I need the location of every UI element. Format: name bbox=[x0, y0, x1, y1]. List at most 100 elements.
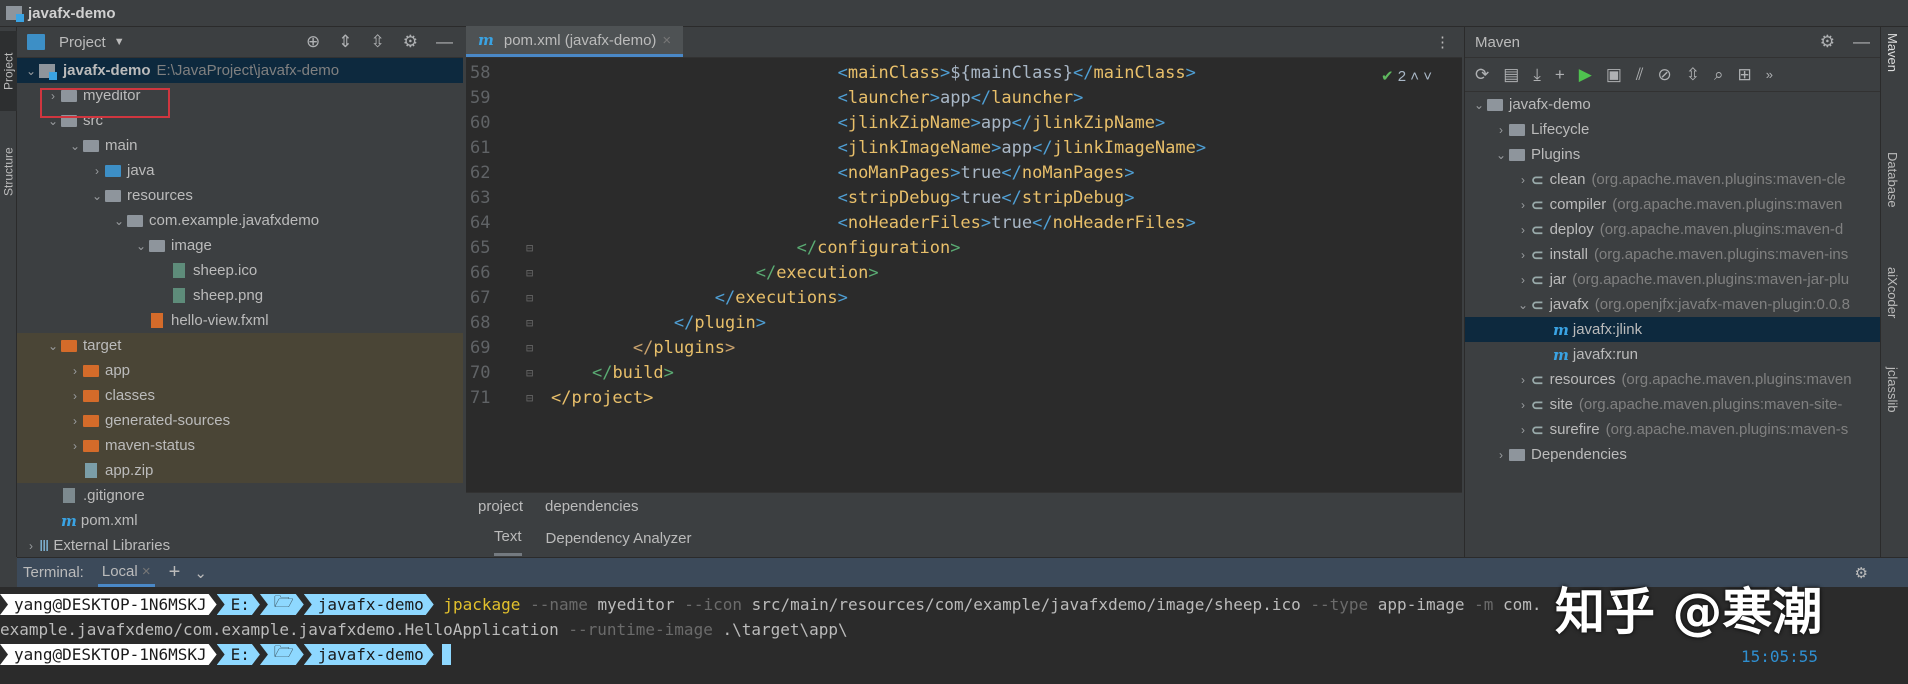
breadcrumb-dependencies[interactable]: dependencies bbox=[545, 498, 638, 515]
chevron-right-icon[interactable]: › bbox=[23, 539, 39, 553]
tree-item-pom-xml[interactable]: m pom.xml bbox=[17, 508, 463, 533]
tree-item-image[interactable]: ⌄ image bbox=[17, 233, 463, 258]
locate-icon[interactable]: ⊕ bbox=[306, 32, 320, 52]
minimize-icon[interactable]: — bbox=[436, 32, 453, 52]
maven-item-javafx[interactable]: ⌄ ⊂ javafx (org.openjfx:javafx-maven-plugin… bbox=[1465, 292, 1880, 317]
chevron-down-icon[interactable]: ⌄ bbox=[23, 64, 39, 78]
add-icon[interactable]: + bbox=[1555, 65, 1565, 85]
chevron-right-icon[interactable]: › bbox=[1515, 398, 1531, 412]
chevron-right-icon[interactable]: › bbox=[1515, 223, 1531, 237]
fold-marker-icon[interactable]: ⊟ bbox=[526, 316, 551, 330]
tree-item-maven-status[interactable]: › maven-status bbox=[17, 433, 463, 458]
collapse-all-icon[interactable]: ⇳ bbox=[371, 32, 385, 52]
maven-tool-tab[interactable]: Maven bbox=[1885, 33, 1900, 72]
chevron-down-icon[interactable]: ⌄ bbox=[194, 564, 207, 582]
analyze-icon[interactable]: ⌕ bbox=[1714, 65, 1724, 85]
minimize-icon[interactable]: — bbox=[1853, 32, 1870, 52]
new-tab-icon[interactable]: + bbox=[169, 561, 181, 584]
chevron-right-icon[interactable]: › bbox=[1515, 248, 1531, 262]
database-tool-tab[interactable]: Database bbox=[1885, 152, 1900, 208]
maven-item-javafx-run[interactable]: m javafx:run bbox=[1465, 342, 1880, 367]
chevron-right-icon[interactable]: › bbox=[1515, 423, 1531, 437]
fold-marker-icon[interactable]: ⊟ bbox=[526, 341, 551, 355]
maven-item-install[interactable]: › ⊂ install (org.apache.maven.plugins:maven… bbox=[1465, 242, 1880, 267]
previous-icon[interactable]: ˄ bbox=[1410, 68, 1419, 85]
project-tool-tab[interactable]: Project bbox=[0, 31, 17, 111]
chevron-down-icon[interactable]: ⌄ bbox=[67, 139, 83, 153]
jclasslib-tool-tab[interactable]: jclasslib bbox=[1885, 367, 1900, 413]
fold-marker-icon[interactable]: ⊟ bbox=[526, 391, 551, 405]
close-icon[interactable]: × bbox=[662, 32, 671, 49]
fold-marker-icon[interactable]: ⊟ bbox=[526, 241, 551, 255]
tree-item-generated-sources[interactable]: › generated-sources bbox=[17, 408, 463, 433]
chevron-down-icon[interactable]: ⌄ bbox=[1493, 148, 1509, 162]
tab-dependency-analyzer[interactable]: Dependency Analyzer bbox=[546, 530, 692, 547]
chevron-right-icon[interactable]: › bbox=[1493, 448, 1509, 462]
tree-item-sheep-png[interactable]: sheep.png bbox=[17, 283, 463, 308]
gear-icon[interactable]: ⚙ bbox=[1820, 32, 1835, 52]
more-icon[interactable]: » bbox=[1766, 67, 1773, 82]
tab-local[interactable]: Local × bbox=[97, 559, 155, 587]
expand-all-icon[interactable]: ⇕ bbox=[338, 32, 352, 52]
tree-item-app-zip[interactable]: app.zip bbox=[17, 458, 463, 483]
tab-pom-xml[interactable]: m pom.xml (javafx-demo) × bbox=[466, 26, 684, 57]
maven-item-dependencies[interactable]: › Dependencies bbox=[1465, 442, 1880, 467]
download-icon[interactable]: ⤓ bbox=[1533, 65, 1541, 85]
tree-item-target[interactable]: ⌄ target bbox=[17, 333, 463, 358]
fold-marker-icon[interactable]: ⊟ bbox=[526, 366, 551, 380]
aixcoder-tool-tab[interactable]: aiXcoder bbox=[1885, 267, 1900, 318]
tree-item-java[interactable]: › java bbox=[17, 158, 463, 183]
chevron-right-icon[interactable]: › bbox=[67, 364, 83, 378]
chevron-down-icon[interactable]: ▼ bbox=[114, 36, 125, 48]
maven-item-clean[interactable]: › ⊂ clean (org.apache.maven.plugins:maven-c… bbox=[1465, 167, 1880, 192]
project-view-selector[interactable]: Project bbox=[59, 34, 106, 51]
chevron-right-icon[interactable]: › bbox=[67, 414, 83, 428]
next-icon[interactable]: ˅ bbox=[1423, 68, 1432, 85]
chevron-right-icon[interactable]: › bbox=[1515, 173, 1531, 187]
tree-item-sheep-ico[interactable]: sheep.ico bbox=[17, 258, 463, 283]
tree-item-com-example-javafxdemo[interactable]: ⌄ com.example.javafxdemo bbox=[17, 208, 463, 233]
fold-marker-icon[interactable]: ⊟ bbox=[526, 266, 551, 280]
maven-item-javafx-jlink[interactable]: m javafx:jlink bbox=[1465, 317, 1880, 342]
structure-tool-tab[interactable]: Structure bbox=[0, 127, 17, 217]
chevron-down-icon[interactable]: ⌄ bbox=[1515, 298, 1531, 312]
chevron-right-icon[interactable]: › bbox=[1515, 373, 1531, 387]
maven-item-javafx-demo[interactable]: ⌄ javafx-demo bbox=[1465, 92, 1880, 117]
maven-item-plugins[interactable]: ⌄ Plugins bbox=[1465, 142, 1880, 167]
tree-item-external-libraries[interactable]: › Ⅲ External Libraries bbox=[17, 533, 463, 558]
gear-icon[interactable]: ⚙ bbox=[403, 32, 418, 52]
toggle-offline-icon[interactable]: ⫽ bbox=[1636, 65, 1644, 85]
tab-text[interactable]: Text bbox=[494, 520, 522, 556]
tree-item-resources[interactable]: ⌄ resources bbox=[17, 183, 463, 208]
chevron-down-icon[interactable]: ⌄ bbox=[133, 239, 149, 253]
inspection-widget[interactable]: ✔ 2 ˄ ˅ bbox=[1381, 67, 1432, 85]
skip-tests-icon[interactable]: ⊘ bbox=[1658, 65, 1672, 85]
tree-item-hello-view-fxml[interactable]: hello-view.fxml bbox=[17, 308, 463, 333]
tree-item-classes[interactable]: › classes bbox=[17, 383, 463, 408]
code-area[interactable]: 58 < mainClass > ${mainClass} </mainClass >59… bbox=[466, 60, 1462, 480]
chevron-down-icon[interactable]: ⌄ bbox=[45, 339, 61, 353]
chevron-down-icon[interactable]: ⌄ bbox=[89, 189, 105, 203]
maven-item-jar[interactable]: › ⊂ jar (org.apache.maven.plugins:maven-jar… bbox=[1465, 267, 1880, 292]
gear-icon[interactable]: ⚙ bbox=[1855, 564, 1868, 582]
chevron-right-icon[interactable]: › bbox=[1515, 273, 1531, 287]
run-icon[interactable]: ▶ bbox=[1579, 65, 1592, 85]
execute-goal-icon[interactable]: ▣ bbox=[1606, 65, 1622, 85]
chevron-down-icon[interactable]: ⌄ bbox=[111, 214, 127, 228]
collapse-icon[interactable]: ⇳ bbox=[1686, 65, 1700, 85]
maven-item-deploy[interactable]: › ⊂ deploy (org.apache.maven.plugins:maven-… bbox=[1465, 217, 1880, 242]
chevron-right-icon[interactable]: › bbox=[89, 164, 105, 178]
chevron-right-icon[interactable]: › bbox=[1493, 123, 1509, 137]
maven-item-resources[interactable]: › ⊂ resources (org.apache.maven.plugins:mav… bbox=[1465, 367, 1880, 392]
reload-icon[interactable]: ⟳ bbox=[1475, 65, 1489, 85]
chevron-right-icon[interactable]: › bbox=[67, 389, 83, 403]
chevron-right-icon[interactable]: › bbox=[1515, 198, 1531, 212]
tree-item-javafx-demo[interactable]: ⌄ javafx-demo E:\JavaProject\javafx-demo bbox=[17, 58, 463, 83]
tree-item-main[interactable]: ⌄ main bbox=[17, 133, 463, 158]
show-diagram-icon[interactable]: ⊞ bbox=[1738, 65, 1752, 85]
maven-item-compiler[interactable]: › ⊂ compiler (org.apache.maven.plugins:mave… bbox=[1465, 192, 1880, 217]
breadcrumb-project[interactable]: project bbox=[478, 498, 523, 515]
chevron-down-icon[interactable]: ⌄ bbox=[1471, 98, 1487, 112]
close-icon[interactable]: × bbox=[142, 563, 151, 580]
more-tabs-icon[interactable]: ⋮ bbox=[1435, 33, 1450, 51]
